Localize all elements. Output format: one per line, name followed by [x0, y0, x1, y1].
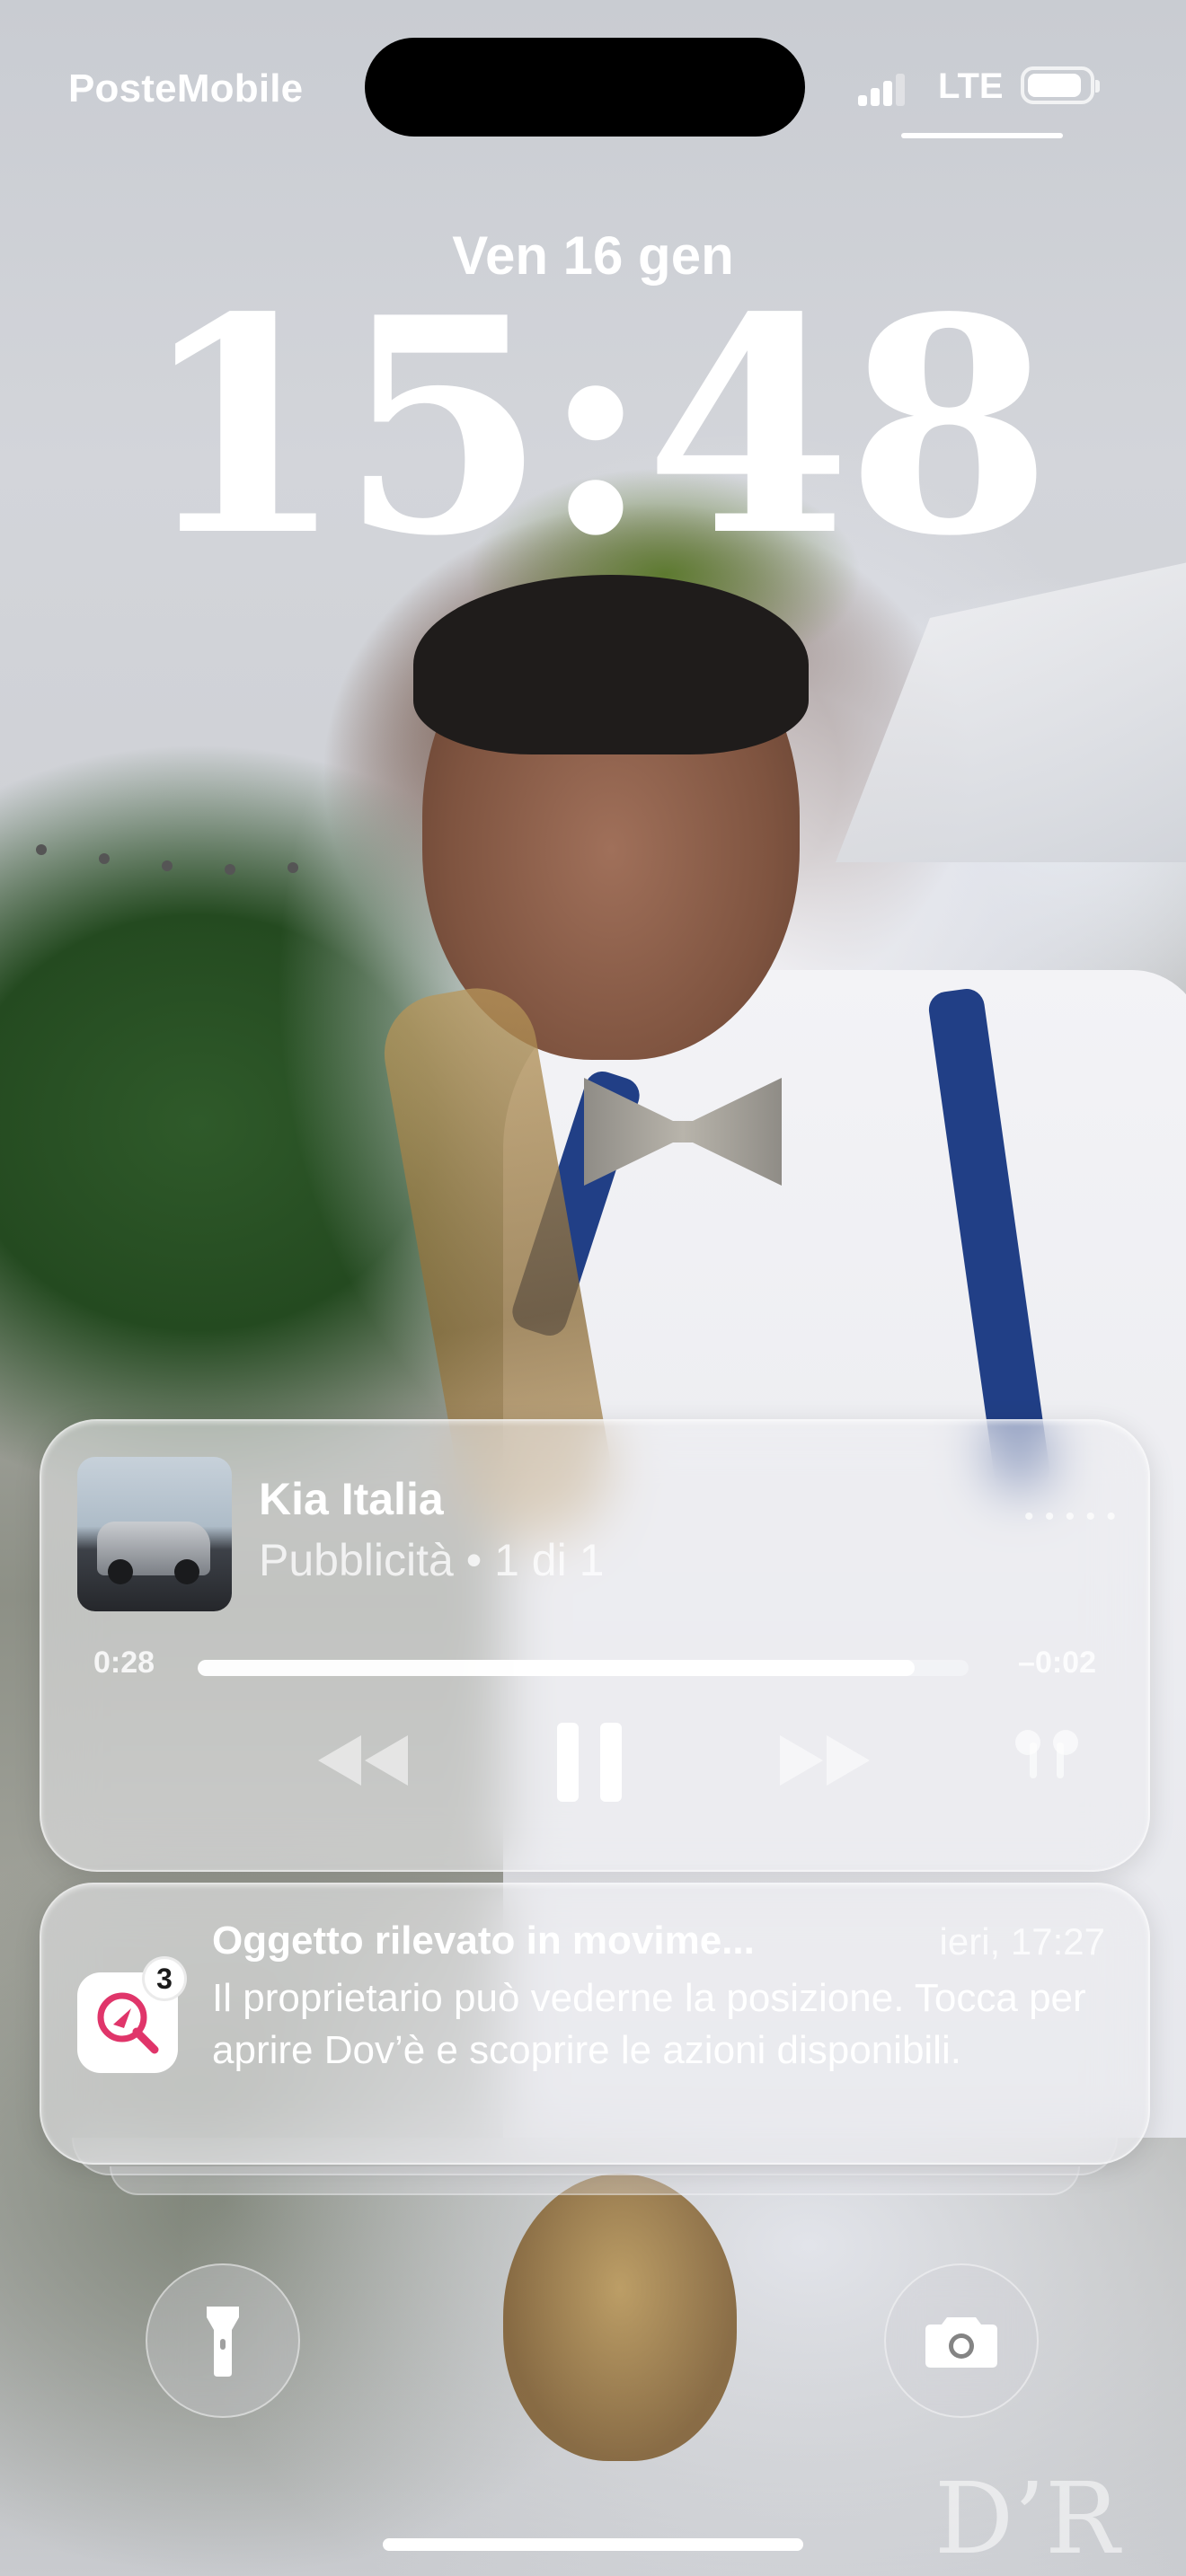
rewind-icon	[318, 1735, 408, 1786]
wallpaper-watermark: D’R	[934, 2461, 1120, 2576]
wallpaper-hair	[413, 575, 809, 754]
flashlight-button[interactable]	[146, 2263, 300, 2418]
dynamic-island	[365, 38, 805, 137]
audio-output-button[interactable]	[1006, 1726, 1087, 1782]
battery-icon	[1021, 66, 1100, 104]
fast-forward-icon	[780, 1735, 870, 1786]
carrier-name: PosteMobile	[68, 66, 304, 110]
playback-progress	[198, 1660, 915, 1676]
fast-forward-button[interactable]	[774, 1732, 875, 1789]
wallpaper-string-light	[36, 844, 47, 855]
notification-time: ieri, 17:27	[939, 1920, 1105, 1963]
cellular-signal-icon	[858, 72, 905, 106]
notification-count-badge: 3	[142, 1956, 187, 2001]
remaining-time: –0:02	[1018, 1645, 1096, 1680]
wallpaper-roof	[836, 557, 1186, 862]
battery-level	[1028, 74, 1082, 97]
lock-screen: PosteMobile LTE Ven 16 gen 15:48 Kia Ita…	[0, 0, 1186, 2576]
pause-icon	[557, 1723, 622, 1802]
network-type: LTE	[938, 66, 1004, 106]
playback-scrubber[interactable]	[198, 1660, 969, 1676]
notification-card[interactable]: 3 Oggetto rilevato in movime... ieri, 17…	[40, 1883, 1150, 2165]
track-subtitle: Pubblicità • 1 di 1	[259, 1535, 605, 1585]
pause-button[interactable]	[555, 1721, 624, 1804]
lock-time: 15:48	[138, 252, 1052, 601]
album-artwork[interactable]	[77, 1457, 232, 1611]
wallpaper-string-light	[162, 860, 173, 871]
wallpaper-string-light	[99, 853, 110, 864]
rewind-button[interactable]	[313, 1732, 413, 1789]
flashlight-icon	[207, 2307, 239, 2377]
airpods-icon	[1015, 1730, 1078, 1778]
camera-icon	[925, 2317, 997, 2368]
notification-title: Oggetto rilevato in movime...	[212, 1919, 755, 1963]
more-dots-icon[interactable]: • • • • •	[1024, 1502, 1118, 1532]
elapsed-time: 0:28	[93, 1645, 155, 1680]
wallpaper-string-light	[225, 864, 235, 875]
artwork-car	[97, 1522, 210, 1584]
notification-body: Il proprietario può vederne la posizione…	[212, 1976, 1086, 2072]
status-indicator-bar	[901, 133, 1063, 138]
now-playing-widget[interactable]: Kia Italia Pubblicità • 1 di 1 • • • • •…	[40, 1419, 1150, 1872]
home-indicator[interactable]	[383, 2538, 803, 2551]
camera-button[interactable]	[884, 2263, 1039, 2418]
track-title: Kia Italia	[259, 1474, 444, 1524]
wallpaper-saxophone-bell	[503, 2174, 737, 2461]
wallpaper-string-light	[288, 862, 298, 873]
